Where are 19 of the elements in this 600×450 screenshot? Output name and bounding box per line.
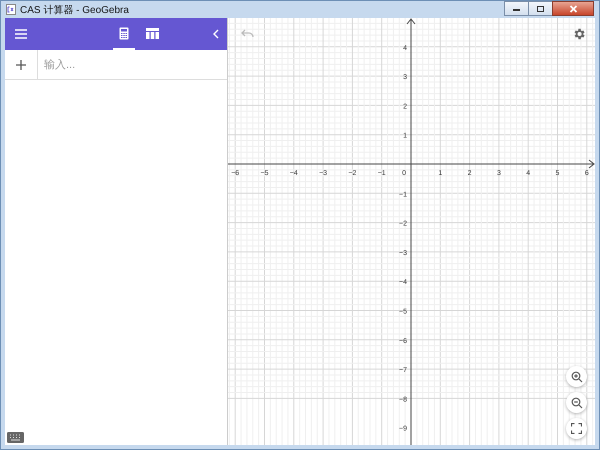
table-icon [146, 28, 158, 38]
window-title: CAS 计算器 - GeoGebra [20, 4, 130, 16]
zoom-out-button[interactable] [566, 392, 587, 413]
zoom-in-button[interactable] [566, 366, 587, 387]
zoom-in-icon [570, 370, 582, 382]
maximize-button[interactable] [528, 1, 553, 16]
close-icon [568, 4, 578, 12]
maximize-icon [536, 4, 545, 12]
calculator-icon [119, 26, 129, 40]
zoom-out-icon [570, 396, 582, 408]
keyboard-icon[interactable] [7, 432, 24, 443]
menu-icon[interactable] [15, 29, 27, 39]
settings-icon[interactable] [572, 27, 586, 41]
collapse-icon[interactable] [213, 29, 219, 39]
minimize-button[interactable] [504, 1, 529, 16]
app-icon [6, 4, 16, 15]
fullscreen-icon [571, 423, 582, 434]
fullscreen-button[interactable] [566, 418, 587, 439]
close-button[interactable] [552, 1, 594, 16]
